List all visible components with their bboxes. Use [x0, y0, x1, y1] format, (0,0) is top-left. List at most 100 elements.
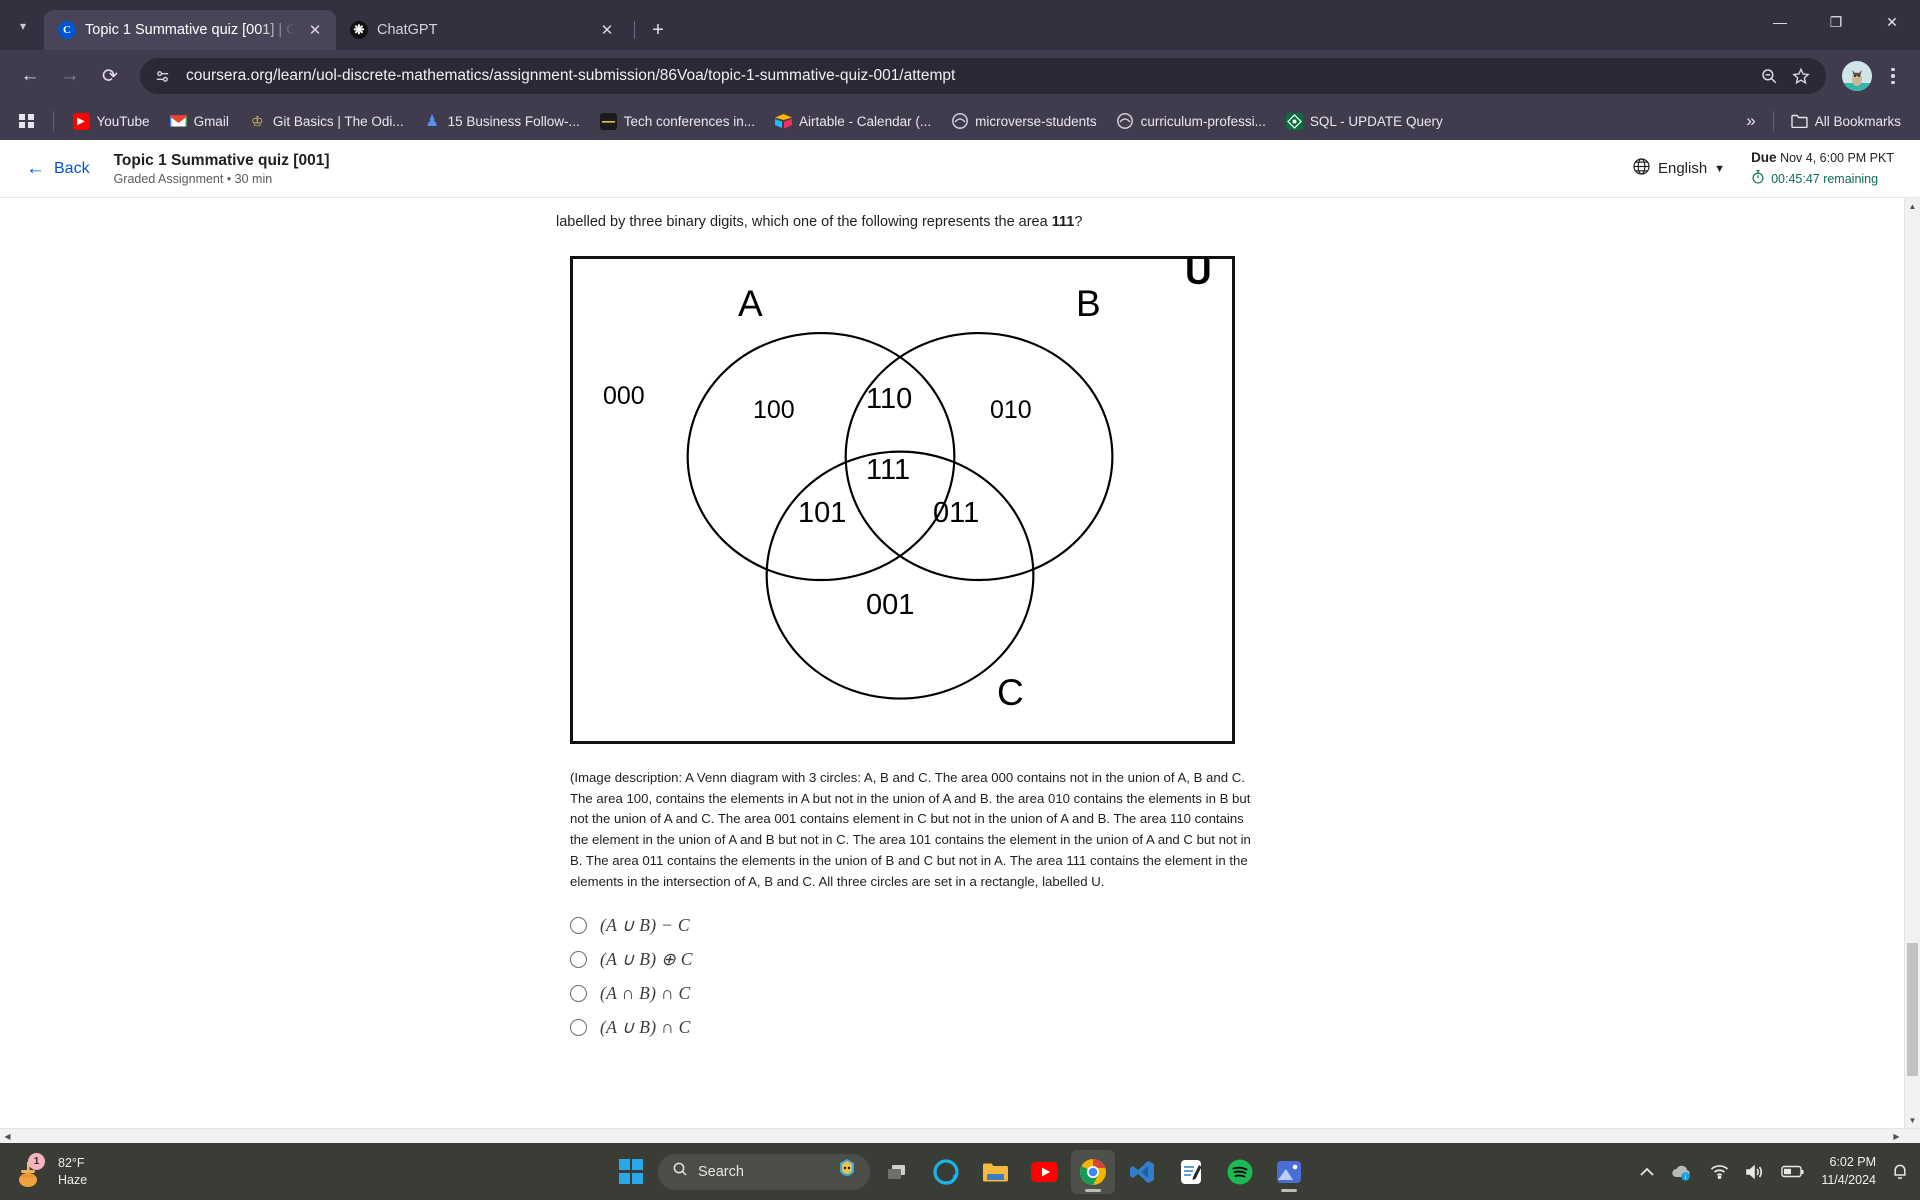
clock[interactable]: 6:02 PM 11/4/2024 [1821, 1154, 1876, 1189]
bookmark-label: Gmail [193, 113, 229, 129]
bookmark-label: Git Basics | The Odi... [272, 113, 404, 129]
address-bar[interactable]: coursera.org/learn/uol-discrete-mathemat… [140, 58, 1826, 94]
browser-toolbar: ← → ⟳ coursera.org/learn/uol-discrete-ma… [0, 50, 1920, 102]
option-label: (A ∩ B) ∩ C [600, 982, 691, 1003]
timer-icon [1751, 169, 1765, 189]
bookmark-gmail[interactable]: Gmail [161, 108, 238, 135]
vertical-scroll-thumb[interactable] [1907, 943, 1918, 1076]
copilot-icon[interactable] [834, 1156, 860, 1187]
bookmark-curriculum-professional[interactable]: curriculum-professi... [1108, 108, 1275, 135]
browser-menu-button[interactable] [1878, 67, 1908, 85]
photos-icon[interactable] [1267, 1150, 1311, 1194]
chrome-icon[interactable] [1071, 1149, 1115, 1194]
star-icon[interactable] [1792, 67, 1810, 85]
onedrive-icon[interactable]: i [1670, 1163, 1694, 1181]
wifi-icon[interactable] [1710, 1164, 1729, 1179]
clock-date: 11/4/2024 [1821, 1172, 1876, 1187]
bookmark-label: SQL - UPDATE Query [1309, 113, 1443, 129]
back-button[interactable]: ← Back [26, 159, 90, 178]
option-2[interactable]: (A ∪ B) ⊕ C [570, 949, 1256, 970]
radio-button[interactable] [570, 916, 587, 934]
venn-region-101: 101 [798, 496, 847, 529]
quiz-header: ← Back Topic 1 Summative quiz [001] Grad… [0, 140, 1920, 198]
browser-window: ▾ C Topic 1 Summative quiz [001] | C ✕ ❋… [0, 0, 1920, 1200]
option-3[interactable]: (A ∩ B) ∩ C [570, 983, 1256, 1004]
close-window-button[interactable]: ✕ [1864, 0, 1920, 44]
horizontal-scrollbar[interactable]: ◀ ▶ [0, 1128, 1920, 1143]
scroll-down-arrow[interactable]: ▼ [1905, 1112, 1920, 1128]
bookmark-microverse-students[interactable]: microverse-students [942, 108, 1106, 135]
radio-button[interactable] [570, 1018, 587, 1036]
taskbar-search[interactable]: Search [658, 1153, 870, 1190]
bookmark-odin[interactable]: ♔ Git Basics | The Odi... [240, 108, 413, 135]
avatar[interactable] [1842, 61, 1872, 91]
svg-text:i: i [1685, 1175, 1686, 1181]
doc-icon: ♟ [425, 113, 439, 130]
globe-icon [1632, 157, 1651, 180]
file-explorer-icon[interactable] [973, 1150, 1017, 1194]
spotify-icon[interactable] [1218, 1150, 1262, 1194]
bookmark-youtube[interactable]: ▶ YouTube [64, 108, 159, 135]
battery-icon[interactable] [1781, 1165, 1805, 1178]
tab-title: ChatGPT [377, 22, 438, 38]
minimize-button[interactable]: — [1752, 0, 1808, 44]
start-button[interactable] [609, 1150, 653, 1194]
show-hidden-icons-button[interactable] [1640, 1167, 1654, 1177]
scroll-left-arrow[interactable]: ◀ [0, 1129, 15, 1143]
scroll-right-arrow[interactable]: ▶ [1889, 1129, 1904, 1143]
maximize-button[interactable]: ❐ [1808, 0, 1864, 44]
clock-time: 6:02 PM [1829, 1155, 1876, 1170]
bookmarks-overflow-button[interactable]: » [1737, 106, 1764, 136]
question-bold-value: 111 [1051, 214, 1075, 230]
tab-search-button[interactable]: ▾ [6, 9, 40, 43]
radio-button[interactable] [570, 950, 587, 968]
close-icon[interactable]: ✕ [596, 19, 618, 41]
bookmark-label: Airtable - Calendar (... [799, 113, 932, 129]
bookmark-tech-conferences[interactable]: Tech conferences in... [591, 108, 764, 135]
youtube-icon[interactable] [1022, 1150, 1066, 1194]
option-1[interactable]: (A ∪ B) − C [570, 915, 1256, 936]
chatgpt-icon: ❋ [350, 21, 368, 39]
tech-icon [599, 112, 617, 130]
back-label: Back [54, 159, 90, 177]
task-view-icon[interactable] [875, 1150, 919, 1194]
forward-icon[interactable]: → [52, 58, 88, 94]
gmail-icon [169, 113, 187, 130]
tab-chatgpt[interactable]: ❋ ChatGPT ✕ [336, 10, 628, 50]
bookmark-sql-update-query[interactable]: SQL - UPDATE Query [1277, 108, 1452, 135]
circle-c [765, 450, 1035, 700]
vscode-icon[interactable] [1120, 1150, 1164, 1194]
venn-label-b: B [1076, 282, 1101, 324]
all-bookmarks-button[interactable]: All Bookmarks [1782, 108, 1910, 135]
search-icon [672, 1161, 688, 1182]
site-settings-icon[interactable] [154, 68, 176, 85]
alexa-icon[interactable] [924, 1150, 968, 1194]
venn-label-a: A [738, 282, 763, 324]
bookmark-divider [52, 111, 54, 131]
option-4[interactable]: (A ∪ B) ∩ C [570, 1017, 1256, 1038]
vertical-scrollbar[interactable]: ▲ ▼ [1904, 198, 1920, 1128]
reload-icon[interactable]: ⟳ [92, 58, 128, 94]
due-info: Due Nov 4, 6:00 PM PKT 00:45:47 remainin… [1751, 148, 1894, 189]
taskbar-center: Search [609, 1149, 1311, 1194]
radio-button[interactable] [570, 984, 587, 1002]
option-label: (A ∪ B) ⊕ C [600, 948, 693, 969]
notifications-bell-icon[interactable] [1892, 1163, 1908, 1180]
bookmark-airtable[interactable]: Airtable - Calendar (... [766, 108, 940, 135]
weather-widget[interactable]: 1 82°F Haze [0, 1152, 87, 1189]
window-controls: — ❐ ✕ [1752, 0, 1920, 44]
zoom-out-icon[interactable] [1760, 67, 1778, 85]
microverse-icon [951, 113, 968, 130]
apps-grid-icon[interactable] [10, 108, 43, 135]
sticky-notes-icon[interactable] [1169, 1150, 1213, 1194]
quiz-subtitle: Graded Assignment • 30 min [113, 172, 273, 187]
tab-coursera[interactable]: C Topic 1 Summative quiz [001] | C ✕ [44, 10, 336, 50]
new-tab-button[interactable]: + [643, 15, 673, 45]
language-selector[interactable]: English ▼ [1632, 157, 1725, 180]
bookmark-business-followup[interactable]: ♟ 15 Business Follow-... [415, 108, 589, 135]
close-icon[interactable]: ✕ [304, 19, 326, 41]
volume-icon[interactable] [1745, 1164, 1765, 1180]
notification-badge: 1 [28, 1152, 45, 1170]
back-icon[interactable]: ← [12, 58, 48, 94]
scroll-up-arrow[interactable]: ▲ [1905, 198, 1920, 214]
